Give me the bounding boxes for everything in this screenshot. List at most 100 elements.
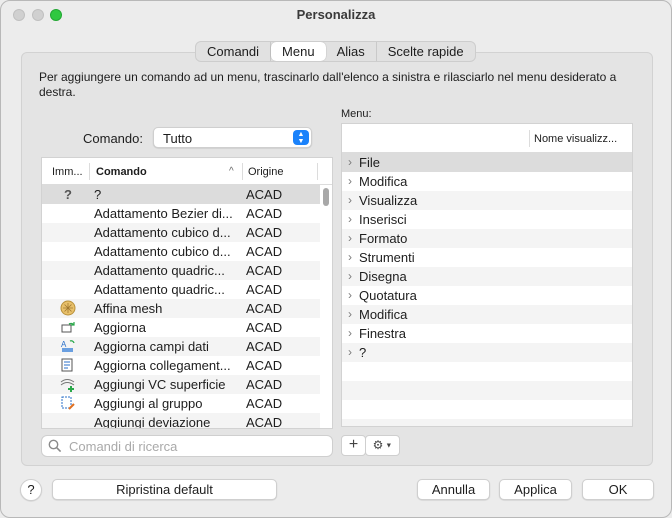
table-row[interactable]: Adattamento cubico d... ACAD [42, 223, 320, 242]
chevron-down-icon: ▼ [383, 442, 393, 450]
chevron-right-icon[interactable]: › [348, 269, 352, 283]
table-row[interactable]: Adattamento quadric... ACAD [42, 261, 320, 280]
command-filter-select[interactable]: Tutto ▲ ▼ [153, 127, 312, 148]
table-row[interactable]: Aggiungi deviazione ACAD [42, 413, 320, 429]
chevron-right-icon[interactable]: › [348, 231, 352, 245]
tab-scelte-rapide[interactable]: Scelte rapide [377, 42, 475, 61]
table-row[interactable]: Affina mesh ACAD [42, 299, 320, 318]
table-row[interactable]: Aggiorna collegament... ACAD [42, 356, 320, 375]
sort-ascending-icon: ^ [229, 166, 234, 177]
table-row[interactable]: A Aggiorna campi dati ACAD [42, 337, 320, 356]
menu-tree-item[interactable]: › Finestra [342, 324, 632, 343]
command-table-header: Imm... Comando ^ Origine [42, 158, 332, 185]
chevron-right-icon[interactable]: › [348, 307, 352, 321]
menu-tree-item[interactable]: › Formato [342, 229, 632, 248]
menu-name: Formato [359, 231, 408, 246]
command-filter-label: Comando: [83, 131, 143, 146]
command-name: Aggiorna collegament... [94, 358, 231, 373]
command-table[interactable]: Imm... Comando ^ Origine ? ? ACAD Adatta… [41, 157, 333, 429]
vertical-scrollbar-thumb[interactable] [323, 188, 329, 206]
command-origin: ACAD [246, 358, 283, 373]
chevron-right-icon[interactable]: › [348, 288, 352, 302]
menu-tree-item[interactable]: › Visualizza [342, 191, 632, 210]
command-name: Adattamento quadric... [94, 263, 225, 278]
menu-tree-item[interactable]: › File [342, 153, 632, 172]
menu-name: ? [359, 345, 367, 360]
menu-name: Inserisci [359, 212, 407, 227]
empty-row [342, 400, 632, 419]
table-row[interactable]: Aggiorna ACAD [42, 318, 320, 337]
tab-menu[interactable]: Menu [271, 42, 326, 61]
table-row[interactable]: Aggiungi VC superficie ACAD [42, 375, 320, 394]
menu-tree-item[interactable]: › Disegna [342, 267, 632, 286]
table-row[interactable]: ? ? ACAD [42, 185, 320, 204]
chevron-right-icon[interactable]: › [348, 345, 352, 359]
column-divider [242, 163, 243, 180]
column-divider [317, 163, 318, 180]
search-input[interactable] [69, 438, 324, 454]
update-links-icon [57, 357, 79, 374]
cancel-button[interactable]: Annulla [417, 479, 490, 500]
menu-name: Strumenti [359, 250, 415, 265]
command-origin: ACAD [246, 377, 283, 392]
menu-tree-item[interactable]: ›? [342, 343, 632, 362]
command-origin: ACAD [246, 187, 283, 202]
table-row[interactable]: Adattamento cubico d... ACAD [42, 242, 320, 261]
table-row[interactable]: Adattamento quadric... ACAD [42, 280, 320, 299]
column-header-command[interactable]: Comando [96, 166, 147, 178]
svg-text:A: A [61, 340, 67, 349]
customize-window: Personalizza Comandi Menu Alias Scelte r… [0, 0, 672, 518]
command-origin: ACAD [246, 396, 283, 411]
column-header-display-name[interactable]: Nome visualizz... [534, 133, 617, 145]
tab-comandi[interactable]: Comandi [196, 42, 272, 61]
empty-row [342, 362, 632, 381]
add-surface-cv-icon [57, 376, 79, 393]
command-search-field[interactable] [41, 435, 333, 457]
column-header-image[interactable]: Imm... [52, 166, 83, 178]
menu-name: Modifica [359, 174, 408, 189]
add-menu-button[interactable]: + [341, 435, 366, 456]
command-table-body: ? ? ACAD Adattamento Bezier di... ACAD A… [42, 185, 320, 429]
command-origin: ACAD [246, 339, 283, 354]
command-origin: ACAD [246, 301, 283, 316]
chevron-right-icon[interactable]: › [348, 193, 352, 207]
table-row[interactable]: Aggiungi al gruppo ACAD [42, 394, 320, 413]
command-origin: ACAD [246, 415, 283, 429]
menu-name: Disegna [359, 269, 407, 284]
command-origin: ACAD [246, 244, 283, 259]
instructions-text: Per aggiungere un comando ad un menu, tr… [39, 70, 617, 99]
empty-row [342, 419, 632, 426]
command-origin: ACAD [246, 320, 283, 335]
tab-alias[interactable]: Alias [326, 42, 377, 61]
menu-tree-item[interactable]: › Inserisci [342, 210, 632, 229]
command-name: Aggiorna [94, 320, 147, 335]
chevron-right-icon[interactable]: › [348, 155, 352, 169]
command-origin: ACAD [246, 282, 283, 297]
menu-tree-item[interactable]: › Modifica [342, 305, 632, 324]
column-header-origin[interactable]: Origine [248, 166, 283, 178]
restore-defaults-button[interactable]: Ripristina default [52, 479, 277, 500]
chevron-right-icon[interactable]: › [348, 174, 352, 188]
tab-bar: Comandi Menu Alias Scelte rapide [195, 41, 476, 62]
chevron-right-icon[interactable]: › [348, 250, 352, 264]
command-name: Adattamento Bezier di... [94, 206, 233, 221]
menu-tree-item[interactable]: › Strumenti [342, 248, 632, 267]
help-button[interactable]: ? [20, 479, 42, 501]
chevron-right-icon[interactable]: › [348, 212, 352, 226]
command-origin: ACAD [246, 206, 283, 221]
refresh-icon [57, 319, 79, 336]
menu-tree-item[interactable]: › Quotatura [342, 286, 632, 305]
update-fields-icon: A [57, 338, 79, 355]
menu-actions-button[interactable]: ⚙ ▼ [365, 435, 400, 456]
command-name: ? [94, 187, 102, 202]
menu-tree[interactable]: Nome visualizz... › File › Modifica › Visua… [341, 123, 633, 427]
command-origin: ACAD [246, 225, 283, 240]
table-row[interactable]: Adattamento Bezier di... ACAD [42, 204, 320, 223]
gear-icon: ⚙ [372, 438, 384, 452]
mesh-refine-icon [57, 300, 79, 317]
apply-button[interactable]: Applica [499, 479, 572, 500]
command-filter-value: Tutto [163, 131, 193, 146]
chevron-right-icon[interactable]: › [348, 326, 352, 340]
ok-button[interactable]: OK [582, 479, 654, 500]
menu-tree-item[interactable]: › Modifica [342, 172, 632, 191]
